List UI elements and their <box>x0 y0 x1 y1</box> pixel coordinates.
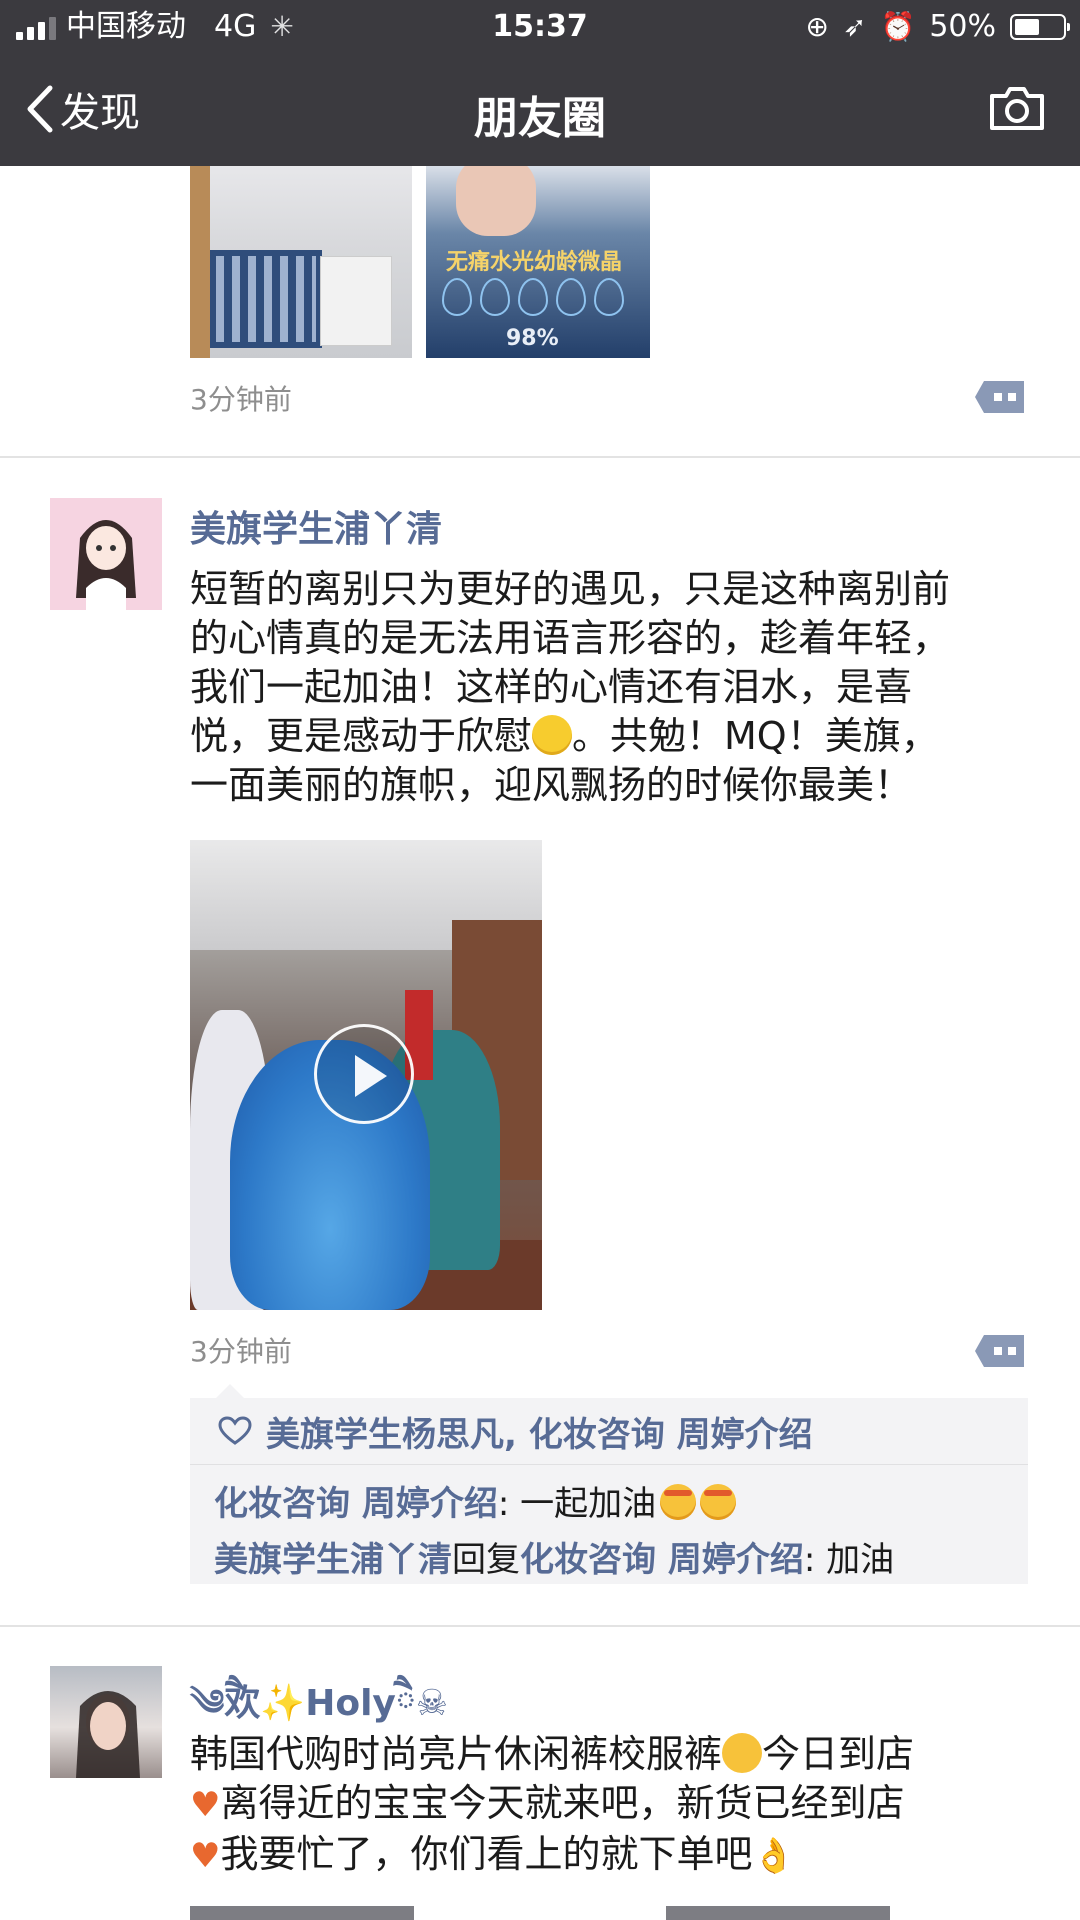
alarm-icon: ⏰ <box>880 10 916 43</box>
post-text-line: 短暂的离别只为更好的遇见，只是这种离别前 <box>190 567 951 611</box>
post-divider <box>0 456 1080 458</box>
avatar-photo <box>76 1691 140 1778</box>
author-prefix: ༄ཻ欢 <box>190 1683 261 1724</box>
top-bar: 中国移动 4G ✳ 15:37 ⊕ ➶ ⏰ 50% 发现 朋友圈 <box>0 0 1080 166</box>
battery-icon <box>1010 14 1070 40</box>
camera-button[interactable] <box>988 86 1046 136</box>
location-icon: ➶ <box>842 10 867 43</box>
post-image[interactable] <box>190 1906 414 1920</box>
post-author[interactable]: 美旗学生浦丫清 <box>190 500 442 552</box>
reply-word: 回复 <box>452 1540 520 1580</box>
post-image[interactable]: 无痛水光幼龄微晶 98% <box>426 166 650 358</box>
post-text-line: 一面美丽的旗帜，迎风飘扬的时候你最美！ <box>190 763 913 807</box>
post-time: 3分钟前 <box>190 1335 292 1368</box>
page-title: 朋友圈 <box>474 93 606 144</box>
comment-menu-icon[interactable] <box>974 380 1026 414</box>
post-image[interactable] <box>190 166 412 358</box>
sunglasses-emoji-icon <box>722 1733 763 1773</box>
post-images: 无痛水光幼龄微晶 98% <box>190 166 650 358</box>
video-thumbnail[interactable] <box>190 840 542 1310</box>
post-text-line: 悦，更是感动于欣慰 <box>190 714 533 758</box>
nav-bar: 发现 朋友圈 <box>0 54 1080 166</box>
post-text-line: 离得近的宝宝今天就来吧，新货已经到店 <box>220 1781 905 1825</box>
camera-icon <box>990 87 1044 130</box>
post-text-line: 今日到店 <box>762 1732 915 1776</box>
status-bar: 中国移动 4G ✳ 15:37 ⊕ ➶ ⏰ 50% <box>0 0 1080 54</box>
post-image[interactable] <box>666 1906 890 1920</box>
author-suffix: ཻ☠ <box>395 1683 448 1724</box>
post-divider <box>0 1625 1080 1627</box>
post-text: 短暂的离别只为更好的遇见，只是这种离别前 的心情真的是无法用语言形容的，趁着年轻… <box>190 565 1040 810</box>
comments-box: 美旗学生杨思凡, 化妆咨询 周婷介绍 化妆咨询 周婷介绍: 一起加油 美旗学生浦… <box>190 1384 1028 1584</box>
post-text-line: 的心情真的是无法用语言形容的，趁着年轻， <box>190 616 951 660</box>
orange-heart-icon: ♥ <box>190 1785 221 1825</box>
rotation-lock-icon: ⊕ <box>805 10 829 43</box>
smile-emoji-icon <box>532 715 573 755</box>
sparkles-icon: ✨ <box>260 1683 306 1724</box>
comment-menu-icon[interactable] <box>974 1334 1026 1368</box>
post-images <box>190 1906 930 1920</box>
avatar-illustration <box>76 520 136 610</box>
ok-hand-emoji-icon: 👌 <box>752 1836 795 1876</box>
like-names[interactable]: 美旗学生杨思凡, 化妆咨询 周婷介绍 <box>266 1407 813 1456</box>
post-text-line: 韩国代购时尚亮片休闲裤校服裤 <box>190 1732 723 1776</box>
reply-target[interactable]: 化妆咨询 周婷介绍 <box>520 1540 804 1580</box>
angry-emoji-icon <box>660 1484 697 1520</box>
battery-percent: 50% <box>929 9 996 44</box>
post-text: 韩国代购时尚亮片休闲裤校服裤 今日到店 ♥离得近的宝宝今天就来吧，新货已经到店 ♥… <box>190 1730 1040 1881</box>
avatar[interactable] <box>50 498 162 610</box>
comment-text: : 一起加油 <box>497 1484 657 1524</box>
avatar[interactable] <box>50 1666 162 1778</box>
angry-emoji-icon <box>700 1484 737 1520</box>
comment-row[interactable]: 化妆咨询 周婷介绍: 一起加油 <box>214 1476 737 1525</box>
comment-row[interactable]: 美旗学生浦丫清回复化妆咨询 周婷介绍: 加油 <box>214 1532 894 1581</box>
comment-author[interactable]: 美旗学生浦丫清 <box>214 1540 452 1580</box>
post-text-line: 。共勉！MQ！美旗， <box>572 714 939 758</box>
post-text-line: 我要忙了，你们看上的就下单吧 <box>220 1832 753 1876</box>
play-icon[interactable] <box>314 1024 414 1124</box>
comment-author[interactable]: 化妆咨询 周婷介绍 <box>214 1484 498 1524</box>
comment-text: : 加油 <box>803 1540 895 1580</box>
heart-outline-icon <box>218 1416 252 1445</box>
likes-row: 美旗学生杨思凡, 化妆咨询 周婷介绍 <box>190 1398 1028 1465</box>
post-text-line: 我们一起加油！这样的心情还有泪水，是喜 <box>190 665 913 709</box>
author-name: Holy <box>305 1683 396 1724</box>
orange-heart-icon: ♥ <box>190 1836 221 1876</box>
post-time: 3分钟前 <box>190 383 292 416</box>
